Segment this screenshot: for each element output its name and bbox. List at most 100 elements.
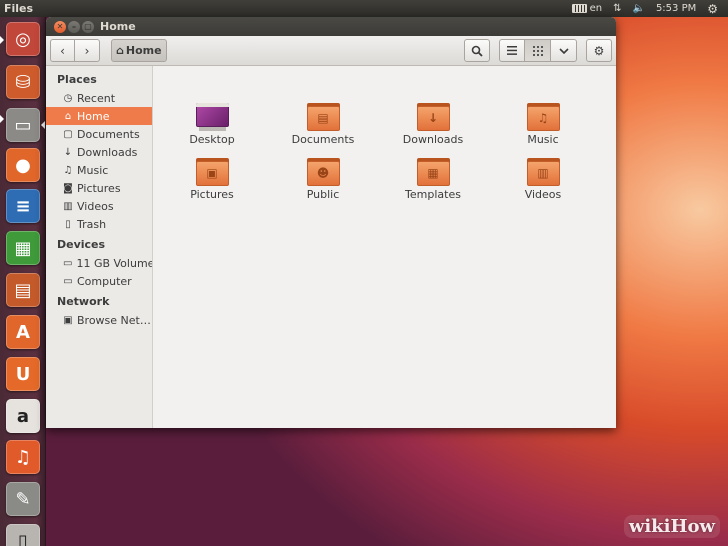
toolbar: ‹ › ⌂ Home ⚙: [46, 36, 616, 66]
file-item-public[interactable]: ☻ Public: [281, 158, 365, 201]
sidebar-item-label: Home: [77, 109, 110, 123]
sidebar-heading-devices: Devices: [57, 238, 106, 251]
file-item-templates[interactable]: ▦ Templates: [391, 158, 475, 201]
file-view: Desktop ▤ Documents ↓ Downloads ♫ Music ▣ Pictur…: [153, 66, 616, 428]
launcher-system-settings-button[interactable]: ✎: [6, 482, 40, 516]
sidebar-item-label: Trash: [77, 217, 107, 231]
file-item-videos[interactable]: ▥ Videos: [501, 158, 585, 201]
network-indicator[interactable]: ⇅: [613, 3, 621, 14]
launcher-firefox-button[interactable]: ●: [6, 148, 40, 182]
file-item-label: Music: [527, 133, 559, 146]
ubuntu-one-icon: U: [15, 363, 31, 385]
drive-icon: ▭: [63, 257, 73, 269]
maximize-window-button[interactable]: ▢: [82, 20, 94, 33]
sidebar-item-label: Music: [77, 163, 109, 177]
file-item-music[interactable]: ♫ Music: [501, 103, 585, 146]
chevron-left-icon: ‹: [60, 43, 65, 58]
file-item-label: Downloads: [402, 133, 464, 146]
file-item-documents[interactable]: ▤ Documents: [281, 103, 365, 146]
close-window-button[interactable]: ✕: [54, 20, 66, 33]
sidebar-item-label: Browse Net…: [77, 313, 151, 327]
launcher-writer-button[interactable]: ≡: [6, 189, 40, 223]
sidebar-item-music[interactable]: ♫ Music: [46, 161, 152, 179]
keyboard-layout-label: en: [589, 3, 603, 14]
file-item-label: Pictures: [190, 188, 234, 201]
sidebar-item-label: Pictures: [77, 181, 121, 195]
launcher: ◎ ⛁ ▭ ● ≡ ▦ ▤ A Ua ♫ ✎ ▯: [0, 17, 46, 546]
launcher-install-drive-button[interactable]: ⛁: [6, 65, 40, 99]
sidebar-heading-places: Places: [57, 73, 97, 86]
clock-indicator[interactable]: 5:53 PM: [656, 3, 696, 14]
public-folder-icon: ☻: [306, 158, 340, 186]
film-icon: ▥: [63, 200, 73, 212]
clock-time: 5:53 PM: [655, 3, 697, 14]
launcher-amazon-button[interactable]: a: [6, 399, 40, 433]
list-view-button[interactable]: [499, 39, 525, 62]
sidebar-item-11-gb-volume[interactable]: ▭ 11 GB Volume: [46, 254, 152, 272]
list-icon: [507, 46, 517, 55]
trash-icon: ▯: [65, 218, 71, 230]
speaker-icon: 🔈: [632, 3, 645, 14]
writer-icon: ≡: [15, 195, 31, 217]
network-icon: ▣: [63, 314, 73, 326]
launcher-trash-launcher-button[interactable]: ▯: [6, 524, 40, 546]
file-item-downloads[interactable]: ↓ Downloads: [391, 103, 475, 146]
chevron-down-icon: [558, 47, 569, 54]
clock-icon: ◷: [63, 92, 73, 104]
firefox-icon: ●: [15, 154, 31, 176]
sidebar-item-documents[interactable]: ▢ Documents: [46, 125, 152, 143]
trash-launcher-icon: ▯: [18, 530, 28, 546]
files-window: ✕ – ▢ Home ‹ › ⌂ Home ⚙ Places ◷ Recent …: [46, 17, 616, 428]
sidebar-item-pictures[interactable]: ◙ Pictures: [46, 179, 152, 197]
sound-indicator[interactable]: 🔈: [632, 3, 644, 14]
sidebar-item-videos[interactable]: ▥ Videos: [46, 197, 152, 215]
file-item-desktop[interactable]: Desktop: [170, 103, 254, 146]
sidebar-item-label: Documents: [77, 127, 140, 141]
search-button[interactable]: [464, 39, 490, 62]
grid-view-button[interactable]: [525, 39, 551, 62]
ubuntu-one-music-icon: ♫: [14, 446, 32, 468]
running-indicator: [0, 36, 4, 44]
window-titlebar[interactable]: ✕ – ▢ Home: [46, 17, 616, 36]
file-item-label: Videos: [524, 188, 562, 201]
path-bar-home-button[interactable]: ⌂ Home: [111, 39, 167, 62]
sidebar-item-recent[interactable]: ◷ Recent: [46, 89, 152, 107]
launcher-ubuntu-one-music-button[interactable]: ♫: [6, 440, 40, 474]
sidebar-item-label: Downloads: [77, 145, 138, 159]
pictures-folder-icon: ▣: [195, 158, 229, 186]
file-item-label: Templates: [405, 188, 461, 201]
forward-button[interactable]: ›: [75, 39, 100, 62]
launcher-dash-home-button[interactable]: ◎: [6, 22, 40, 56]
music-folder-icon: ♫: [526, 103, 560, 131]
search-icon: [471, 45, 483, 57]
file-item-label: Public: [306, 188, 340, 201]
launcher-software-center-button[interactable]: A: [6, 315, 40, 349]
session-indicator[interactable]: ⚙: [707, 2, 718, 16]
launcher-ubuntu-one-button[interactable]: U: [6, 357, 40, 391]
software-center-icon: A: [16, 321, 30, 343]
minimize-window-button[interactable]: –: [68, 20, 80, 33]
sidebar-item-computer[interactable]: ▭ Computer: [46, 272, 152, 290]
amazon-icon: a: [16, 405, 30, 427]
templates-folder-icon: ▦: [416, 158, 450, 186]
content-area: Places ◷ Recent ⌂ Home ▢ Documents ↓ Downloads ♫ M…: [46, 66, 616, 428]
view-options-dropdown[interactable]: [551, 39, 577, 62]
view-mode-buttons: [499, 39, 577, 62]
downloads-folder-icon: ↓: [416, 103, 450, 131]
launcher-impress-button[interactable]: ▤: [6, 273, 40, 307]
sidebar-item-label: 11 GB Volume: [76, 256, 152, 270]
sidebar-item-label: Recent: [77, 91, 116, 105]
app-menu-title[interactable]: Files: [0, 2, 33, 15]
file-item-pictures[interactable]: ▣ Pictures: [170, 158, 254, 201]
sidebar-item-downloads[interactable]: ↓ Downloads: [46, 143, 152, 161]
install-drive-icon: ⛁: [15, 71, 31, 93]
launcher-files-button[interactable]: ▭: [6, 108, 40, 142]
app-menu-button[interactable]: ⚙: [586, 39, 612, 62]
sidebar-item-home[interactable]: ⌂ Home: [46, 107, 152, 125]
sidebar-item-browse-net[interactable]: ▣ Browse Net…: [46, 311, 152, 329]
launcher-calc-button[interactable]: ▦: [6, 231, 40, 265]
sidebar-item-label: Computer: [77, 274, 132, 288]
back-button[interactable]: ‹: [50, 39, 75, 62]
keyboard-indicator[interactable]: en: [571, 3, 603, 14]
sidebar-item-trash[interactable]: ▯ Trash: [46, 215, 152, 233]
